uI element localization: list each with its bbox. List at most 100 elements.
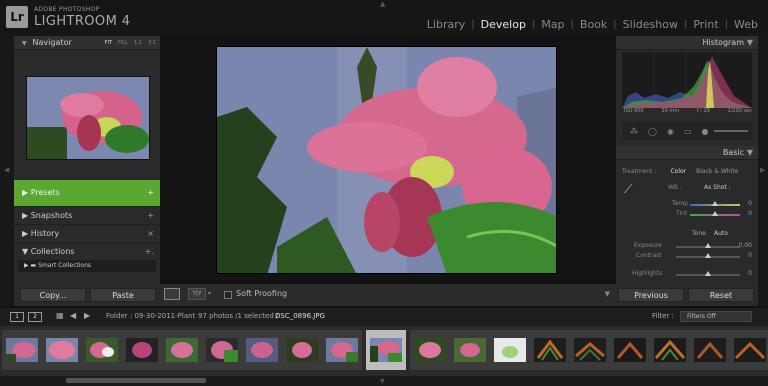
treatment-color-option[interactable]: Color (670, 168, 686, 175)
treatment-bw-option[interactable]: Black & White (696, 168, 738, 175)
highlights-value[interactable]: 0 (748, 270, 752, 277)
highlights-slider-knob[interactable] (705, 271, 711, 276)
collapse-bottom-icon[interactable]: ▼ (380, 378, 385, 385)
folder-path[interactable]: Folder : 09-30-2011-Plant (106, 312, 195, 320)
filmstrip-thumb[interactable] (650, 330, 690, 370)
collapse-right-icon[interactable]: ▶ (760, 166, 765, 174)
collapse-left-icon[interactable]: ◀ (4, 166, 9, 174)
tint-value[interactable]: 0 (748, 210, 752, 217)
add-collection-button[interactable]: +. (145, 243, 154, 261)
filter-dropdown[interactable]: Filters Off (680, 311, 752, 322)
filmstrip-thumb[interactable] (122, 330, 162, 370)
filmstrip-thumb[interactable] (82, 330, 122, 370)
zoom-fit[interactable]: FIT (105, 36, 112, 50)
module-web[interactable]: Web (728, 18, 764, 31)
filmstrip-thumb[interactable] (450, 330, 490, 370)
temp-slider-knob[interactable] (712, 201, 718, 206)
smart-collections-item[interactable]: ▶ ▬ Smart Collections (18, 260, 156, 272)
history-panel-header[interactable]: ▶ History × (14, 224, 160, 242)
filmstrip-thumb[interactable] (2, 330, 42, 370)
contrast-slider[interactable] (676, 253, 740, 258)
snapshots-title: Snapshots (30, 211, 73, 220)
module-slideshow[interactable]: Slideshow (617, 18, 684, 31)
before-after-dropdown-icon[interactable]: ▾ (208, 290, 211, 297)
filmstrip-thumb-selected[interactable] (366, 330, 406, 370)
filmstrip-thumb[interactable] (202, 330, 242, 370)
filmstrip-thumb[interactable] (162, 330, 202, 370)
back-arrow-icon[interactable]: ◀ (70, 311, 76, 320)
contrast-slider-knob[interactable] (705, 253, 711, 258)
paste-settings-button[interactable]: Paste (90, 288, 156, 302)
add-preset-button[interactable]: + (147, 180, 154, 206)
tool-slider[interactable] (714, 130, 748, 132)
exposure-value[interactable]: 0.00 (739, 242, 752, 249)
soft-proofing-checkbox[interactable] (224, 291, 232, 299)
filmstrip-thumb[interactable] (242, 330, 282, 370)
collapse-top-icon[interactable]: ▲ (380, 0, 385, 8)
selected-filename[interactable]: DSC_0896.JPG (275, 312, 325, 320)
histogram-header[interactable]: Histogram ▼ (616, 36, 758, 50)
white-balance-eyedropper-icon[interactable]: ⟋ (624, 182, 632, 197)
copy-settings-button[interactable]: Copy... (20, 288, 86, 302)
temp-value[interactable]: 0 (748, 200, 752, 207)
image-display-area: Y|Y ▾ Soft Proofing ▼ (160, 36, 616, 306)
temp-slider[interactable] (690, 201, 740, 206)
filmstrip-thumb[interactable] (410, 330, 450, 370)
snapshots-panel-header[interactable]: ▶ Snapshots + (14, 206, 160, 224)
aperture-value: f / 29 (696, 108, 710, 114)
loupe-view-button[interactable] (164, 288, 180, 300)
zoom-3-1[interactable]: 3:1 (148, 36, 156, 50)
exposure-slider[interactable] (676, 243, 740, 248)
histogram-graph[interactable] (622, 52, 752, 108)
exposure-slider-knob[interactable] (705, 243, 711, 248)
auto-tone-button[interactable]: Auto (714, 230, 728, 237)
contrast-value[interactable]: 0 (748, 252, 752, 259)
reset-button[interactable]: Reset (688, 288, 754, 302)
filmstrip-thumb[interactable] (570, 330, 610, 370)
filmstrip-thumb[interactable] (610, 330, 650, 370)
red-eye-icon[interactable]: ◉ (667, 127, 674, 136)
filmstrip-thumb[interactable] (490, 330, 530, 370)
forward-arrow-icon[interactable]: ▶ (84, 311, 90, 320)
clear-history-button[interactable]: × (147, 225, 154, 243)
soft-proofing-label: Soft Proofing (236, 289, 288, 298)
module-book[interactable]: Book (574, 18, 613, 31)
grid-view-icon[interactable]: ▦ (56, 311, 64, 320)
tint-slider-knob[interactable] (712, 211, 718, 216)
graduated-filter-icon[interactable]: ▭ (684, 127, 692, 136)
module-library[interactable]: Library (421, 18, 471, 31)
navigator-preview[interactable] (26, 76, 150, 160)
zoom-1-1[interactable]: 1:1 (134, 36, 142, 50)
module-map[interactable]: Map (535, 18, 570, 31)
module-print[interactable]: Print (687, 18, 724, 31)
highlights-slider[interactable] (676, 271, 740, 276)
thumb-image (206, 338, 238, 362)
crop-tool-icon[interactable]: ⁂ (630, 127, 638, 136)
collections-panel-header[interactable]: ▼ Collections +. (14, 242, 160, 260)
navigator-header[interactable]: ▼ Navigator FIT FILL 1:1 3:1 (14, 36, 160, 50)
filmstrip-thumb[interactable] (282, 330, 322, 370)
filmstrip-thumb[interactable] (690, 330, 730, 370)
previous-button[interactable]: Previous (618, 288, 684, 302)
filmstrip-thumb[interactable] (322, 330, 362, 370)
basic-title: Basic (722, 148, 744, 157)
thumb-image (46, 338, 78, 362)
spot-removal-icon[interactable]: ◯ (648, 127, 657, 136)
main-window-button[interactable]: 1 (10, 312, 24, 322)
module-develop[interactable]: Develop (475, 18, 532, 31)
secondary-window-button[interactable]: 2 (28, 312, 42, 322)
toolbar-content-menu-icon[interactable]: ▼ (605, 290, 610, 298)
filmstrip-scroll-thumb[interactable] (66, 378, 206, 383)
tint-slider[interactable] (690, 211, 740, 216)
wb-dropdown[interactable]: As Shot : (704, 184, 731, 191)
filmstrip-thumb[interactable] (730, 330, 768, 370)
presets-panel-header[interactable]: ▶ Presets + (14, 180, 160, 206)
before-after-button[interactable]: Y|Y (188, 288, 206, 300)
basic-header[interactable]: Basic ▼ (616, 146, 758, 160)
adjustment-brush-icon[interactable]: ● (702, 127, 709, 136)
add-snapshot-button[interactable]: + (147, 207, 154, 225)
main-photo[interactable] (216, 46, 557, 274)
filmstrip-thumb[interactable] (530, 330, 570, 370)
filmstrip-thumb[interactable] (42, 330, 82, 370)
zoom-fill[interactable]: FILL (118, 36, 128, 50)
